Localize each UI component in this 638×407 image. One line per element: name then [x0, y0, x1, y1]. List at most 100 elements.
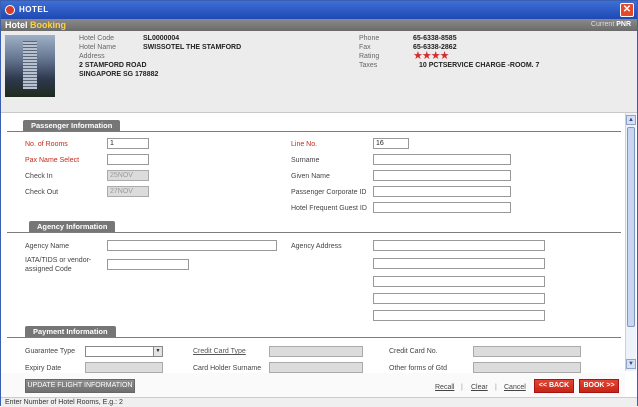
guarantee-type-label: Guarantee Type — [25, 348, 76, 355]
frequent-guest-input[interactable] — [373, 202, 511, 213]
credit-card-type-input[interactable] — [269, 346, 363, 357]
page-title: Hotel Booking — [5, 20, 66, 30]
hotel-address-line2-text: SINGAPORE SG 178882 — [79, 71, 159, 78]
iata-label-line2: assigned Code — [25, 266, 72, 273]
close-icon[interactable]: ✕ — [620, 3, 634, 17]
hotel-name-key: Hotel Name — [79, 44, 116, 51]
card-holder-label: Card Holder Surname — [193, 365, 262, 372]
rating-stars: ★★★★ — [413, 49, 449, 62]
corporate-id-label: Passenger Corporate ID — [291, 189, 367, 196]
expiry-date-input[interactable] — [85, 362, 163, 373]
agency-address-line4[interactable] — [373, 293, 545, 304]
phone-key: Phone — [359, 35, 380, 42]
given-name-label: Given Name — [291, 173, 330, 180]
page-title-part2: Booking — [30, 20, 67, 30]
hotel-tower-image — [23, 41, 37, 89]
given-name-input[interactable] — [373, 170, 511, 181]
agency-address-line5[interactable] — [373, 310, 545, 321]
credit-card-type-label: Credit Card Type — [193, 348, 246, 355]
pax-name-label: Pax Name Select — [25, 157, 80, 164]
other-gtd-input[interactable] — [473, 362, 581, 373]
back-button[interactable]: << BACK — [534, 379, 574, 393]
hotel-window: HOTEL ✕ Hotel Booking Current PNR Hotel … — [0, 0, 638, 407]
vertical-scrollbar[interactable]: ▲ ▼ — [625, 113, 636, 371]
booking-header: Hotel Booking Current PNR — [1, 19, 637, 31]
agency-name-label: Agency Name — [25, 243, 69, 250]
hotel-code-label: Hotel Code — [79, 35, 114, 42]
hotel-address-line2: SINGAPORE SG 178882 — [79, 71, 158, 78]
phone-label: Phone — [359, 35, 379, 42]
passenger-section-line — [7, 131, 621, 132]
pax-name-input[interactable] — [107, 154, 149, 165]
hotel-name-text: SWISSOTEL THE STAMFORD — [143, 44, 242, 51]
agency-address-line3[interactable] — [373, 276, 545, 287]
fax-key: Fax — [359, 44, 371, 51]
taxes-value: 10 PCTSERVICE CHARGE -ROOM. 7 — [419, 62, 539, 69]
hotel-photo — [5, 35, 55, 97]
expiry-date-label: Expiry Date — [25, 365, 62, 372]
window-title: HOTEL — [19, 5, 49, 14]
current-pnr[interactable]: Current PNR — [591, 21, 631, 28]
current-label: Current — [590, 21, 615, 28]
hotel-address-label: Address — [79, 53, 105, 60]
phone-value: 65-6338-8585 — [413, 35, 457, 42]
guarantee-type-select[interactable]: ▼ — [85, 346, 163, 357]
agency-name-input[interactable] — [107, 240, 277, 251]
app-icon — [5, 5, 15, 15]
surname-label: Surname — [291, 157, 320, 164]
agency-address-line2[interactable] — [373, 258, 545, 269]
phone-text: 65-6338-8585 — [413, 35, 457, 42]
scroll-thumb[interactable] — [627, 127, 635, 327]
cancel-link[interactable]: Cancel — [504, 384, 526, 391]
book-button[interactable]: BOOK >> — [579, 379, 619, 393]
title-bar[interactable]: HOTEL ✕ — [1, 1, 637, 19]
corporate-id-input[interactable] — [373, 186, 511, 197]
passenger-section-title: Passenger Information — [23, 120, 121, 131]
scroll-down-icon[interactable]: ▼ — [626, 359, 636, 369]
line-no-input[interactable] — [373, 138, 409, 149]
recall-link[interactable]: Recall — [435, 384, 454, 391]
rating-key: Rating — [359, 53, 380, 60]
checkout-input[interactable] — [107, 186, 149, 197]
hotel-address-line1-text: 2 STAMFORD ROAD — [79, 62, 147, 69]
agency-section-title: Agency Information — [29, 221, 116, 232]
checkin-input[interactable] — [107, 170, 149, 181]
payment-section-title: Payment Information — [25, 326, 116, 337]
surname-input[interactable] — [373, 154, 511, 165]
fax-label: Fax — [359, 44, 371, 51]
checkout-label: Check Out — [25, 189, 59, 196]
iata-label-line1: IATA/TIDS or vendor- — [25, 257, 92, 264]
credit-card-no-input[interactable] — [473, 346, 581, 357]
current-value: PNR — [616, 21, 631, 28]
hotel-details: Hotel Code SL0000004 Hotel Name SWISSOTE… — [1, 31, 637, 113]
payment-section-line — [7, 337, 621, 338]
hotel-name-label: Hotel Name — [79, 44, 116, 51]
scroll-up-icon[interactable]: ▲ — [626, 115, 636, 125]
taxes-label: Taxes — [359, 62, 377, 69]
frequent-guest-label: Hotel Frequent Guest ID — [291, 205, 367, 212]
rooms-label: No. of Rooms — [25, 141, 68, 148]
chevron-down-icon[interactable]: ▼ — [153, 347, 162, 356]
checkin-label: Check In — [25, 173, 53, 180]
taxes-text: 10 PCTSERVICE CHARGE -ROOM. 7 — [419, 62, 540, 69]
hotel-name-value: SWISSOTEL THE STAMFORD — [143, 44, 241, 51]
hotel-address-key: Address — [79, 53, 105, 60]
iata-input[interactable] — [107, 259, 189, 270]
hotel-code-value: SL0000004 — [143, 35, 179, 42]
separator-2: | — [495, 384, 497, 391]
card-holder-input[interactable] — [269, 362, 363, 373]
credit-card-no-label: Credit Card No. — [389, 348, 438, 355]
update-flight-button[interactable]: UPDATE FLIGHT INFORMATION — [25, 379, 135, 393]
agency-address-line1[interactable] — [373, 240, 545, 251]
rooms-input[interactable] — [107, 138, 149, 149]
other-gtd-label: Other forms of Gtd — [389, 365, 447, 372]
agency-section-line — [7, 232, 621, 233]
hotel-address-line1: 2 STAMFORD ROAD — [79, 62, 147, 69]
clear-link[interactable]: Clear — [471, 384, 488, 391]
page-title-part1: Hotel — [5, 20, 28, 30]
star-icons: ★★★★ — [413, 50, 449, 62]
taxes-key: Taxes — [359, 62, 378, 69]
hotel-code-text: SL0000004 — [143, 35, 180, 42]
separator-1: | — [461, 384, 463, 391]
line-no-label: Line No. — [291, 141, 318, 148]
